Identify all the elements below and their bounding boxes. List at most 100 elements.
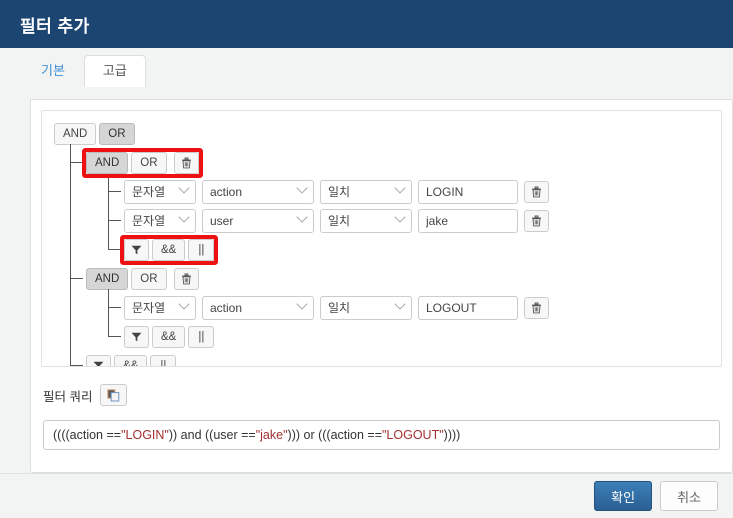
- funnel-icon: [131, 332, 142, 341]
- condition-row: 문자열 user 일치: [108, 202, 721, 235]
- condition-1-field-select[interactable]: action: [202, 179, 314, 204]
- trash-icon: [181, 157, 191, 168]
- condition-3-operator-value: 일치: [328, 301, 351, 315]
- funnel-icon: [131, 245, 142, 254]
- condition-row: 문자열 action 일치: [108, 289, 721, 322]
- group-1-add-filter-button[interactable]: [124, 238, 149, 261]
- group-2-or-button[interactable]: OR: [131, 267, 167, 290]
- root-add-and-button[interactable]: &&: [114, 354, 148, 366]
- group-2-and-button[interactable]: AND: [86, 267, 129, 290]
- group-1: AND OR 문자열 action 일치 LOGIN 문자열 user 일치 j…: [70, 144, 721, 264]
- tab-bar: 기본 고급: [0, 48, 733, 87]
- group-2-add-and-button[interactable]: &&: [152, 325, 186, 348]
- filter-query-label: 필터 쿼리: [43, 389, 93, 404]
- condition-2-field-value: user: [210, 213, 234, 228]
- chevron-down-icon: [394, 210, 406, 223]
- condition-1-delete-button[interactable]: [524, 180, 549, 203]
- condition-3-field-select[interactable]: action: [202, 295, 314, 320]
- root-and-button[interactable]: AND: [54, 122, 97, 145]
- group-2-add-or-button[interactable]: ||: [188, 325, 215, 348]
- confirm-button[interactable]: 확인: [594, 481, 653, 511]
- query-seg-string: "LOGOUT": [382, 428, 444, 442]
- condition-3: 문자열 action 일치: [124, 293, 721, 322]
- root-children: AND OR 문자열 action 일치 LOGIN 문자열 user 일치 j…: [48, 144, 721, 366]
- trash-icon: [181, 273, 191, 284]
- condition-3-operator-select[interactable]: 일치: [320, 295, 412, 320]
- condition-3-value-input[interactable]: [418, 295, 518, 320]
- dialog-footer: 확인 취소: [0, 473, 733, 518]
- chevron-down-icon: [296, 210, 308, 223]
- chevron-down-icon: [178, 181, 190, 194]
- group-1-controls: AND OR: [86, 151, 199, 174]
- query-seg-string: "LOGIN": [121, 428, 169, 442]
- group-1-children: 문자열 action 일치 LOGIN 문자열 user 일치 jake && …: [86, 173, 721, 264]
- root-add-controls: && ||: [86, 354, 177, 366]
- condition-3-type-value: 문자열: [132, 301, 166, 315]
- group-2: AND OR 문자열 action 일치 LOGOUT && ||: [70, 260, 721, 351]
- filter-query-header: 필터 쿼리: [43, 381, 720, 409]
- group-1-and-button[interactable]: AND: [86, 151, 129, 174]
- condition-1-operator-select[interactable]: 일치: [320, 179, 412, 204]
- group-1-add-controls: && ||: [124, 238, 215, 261]
- copy-icon: [107, 388, 120, 401]
- condition-2-delete-button[interactable]: [524, 209, 549, 232]
- condition-1-field-value: action: [210, 184, 243, 199]
- group-1-delete-button[interactable]: [173, 151, 199, 174]
- condition-1-value-input[interactable]: [418, 179, 518, 204]
- group-2-controls: AND OR: [86, 267, 199, 290]
- query-seg: ))) or (((action ==: [287, 428, 382, 442]
- chevron-down-icon: [296, 297, 308, 310]
- copy-query-button[interactable]: [100, 384, 128, 406]
- condition-3-field-value: action: [210, 300, 243, 315]
- root-or-button[interactable]: OR: [99, 122, 135, 145]
- trash-icon: [532, 302, 541, 313]
- group-1-actions: && ||: [124, 235, 721, 264]
- chevron-down-icon: [394, 181, 406, 194]
- group-2-header: AND OR: [86, 264, 721, 293]
- group-1-add-or-button[interactable]: ||: [188, 238, 215, 261]
- dialog-header: 필터 추가: [0, 0, 733, 48]
- query-builder-panel: AND OR AND OR 문자열 action 일치 LOGIN 문자열 us…: [41, 110, 722, 367]
- condition-2-operator-value: 일치: [328, 214, 351, 228]
- dialog-title: 필터 추가: [20, 16, 90, 36]
- cancel-button[interactable]: 취소: [660, 481, 718, 511]
- trash-icon: [532, 186, 541, 197]
- dialog-body: AND OR AND OR 문자열 action 일치 LOGIN 문자열 us…: [30, 99, 733, 473]
- tab-advanced[interactable]: 고급: [83, 55, 146, 87]
- condition-3-delete-button[interactable]: [524, 296, 549, 319]
- query-seg: )) and ((user ==: [168, 428, 256, 442]
- group-1-or-button[interactable]: OR: [131, 151, 167, 174]
- group-2-add-filter-button[interactable]: [124, 325, 149, 348]
- chevron-down-icon: [394, 297, 406, 310]
- tab-basic[interactable]: 기본: [22, 55, 84, 87]
- filter-query-textbox[interactable]: ((((action == "LOGIN")) and ((user == "j…: [43, 420, 720, 450]
- query-seg-string: "jake": [255, 428, 288, 442]
- condition-2-operator-select[interactable]: 일치: [320, 208, 412, 233]
- group-1-actions-row: && ||: [108, 231, 721, 264]
- condition-1: 문자열 action 일치: [124, 177, 721, 206]
- query-seg: ((((action ==: [53, 428, 122, 442]
- condition-3-type-select[interactable]: 문자열: [124, 295, 196, 320]
- condition-2-value-input[interactable]: [418, 208, 518, 233]
- chevron-down-icon: [178, 210, 190, 223]
- condition-2: 문자열 user 일치: [124, 206, 721, 235]
- condition-2-field-select[interactable]: user: [202, 208, 314, 233]
- group-1-header: AND OR: [86, 148, 721, 177]
- root-add-or-button[interactable]: ||: [150, 354, 177, 366]
- chevron-down-icon: [178, 297, 190, 310]
- group-1-add-and-button[interactable]: &&: [152, 238, 186, 261]
- tree-root: AND OR AND OR 문자열 action 일치 LOGIN 문자열 us…: [48, 119, 721, 366]
- group-2-add-controls: && ||: [124, 325, 215, 348]
- group-2-actions-row: && ||: [108, 318, 721, 351]
- condition-1-type-value: 문자열: [132, 185, 166, 199]
- filter-query-section: 필터 쿼리 ((((action == "LOGIN")) and ((user…: [31, 367, 732, 450]
- group-2-children: 문자열 action 일치 LOGOUT && ||: [86, 289, 721, 351]
- root-actions: && ||: [86, 351, 721, 366]
- condition-2-type-select[interactable]: 문자열: [124, 208, 196, 233]
- group-2-delete-button[interactable]: [173, 267, 199, 290]
- condition-1-type-select[interactable]: 문자열: [124, 179, 196, 204]
- condition-row: 문자열 action 일치: [108, 173, 721, 206]
- chevron-down-icon: [296, 181, 308, 194]
- funnel-icon: [93, 361, 104, 366]
- root-add-filter-button[interactable]: [86, 354, 111, 366]
